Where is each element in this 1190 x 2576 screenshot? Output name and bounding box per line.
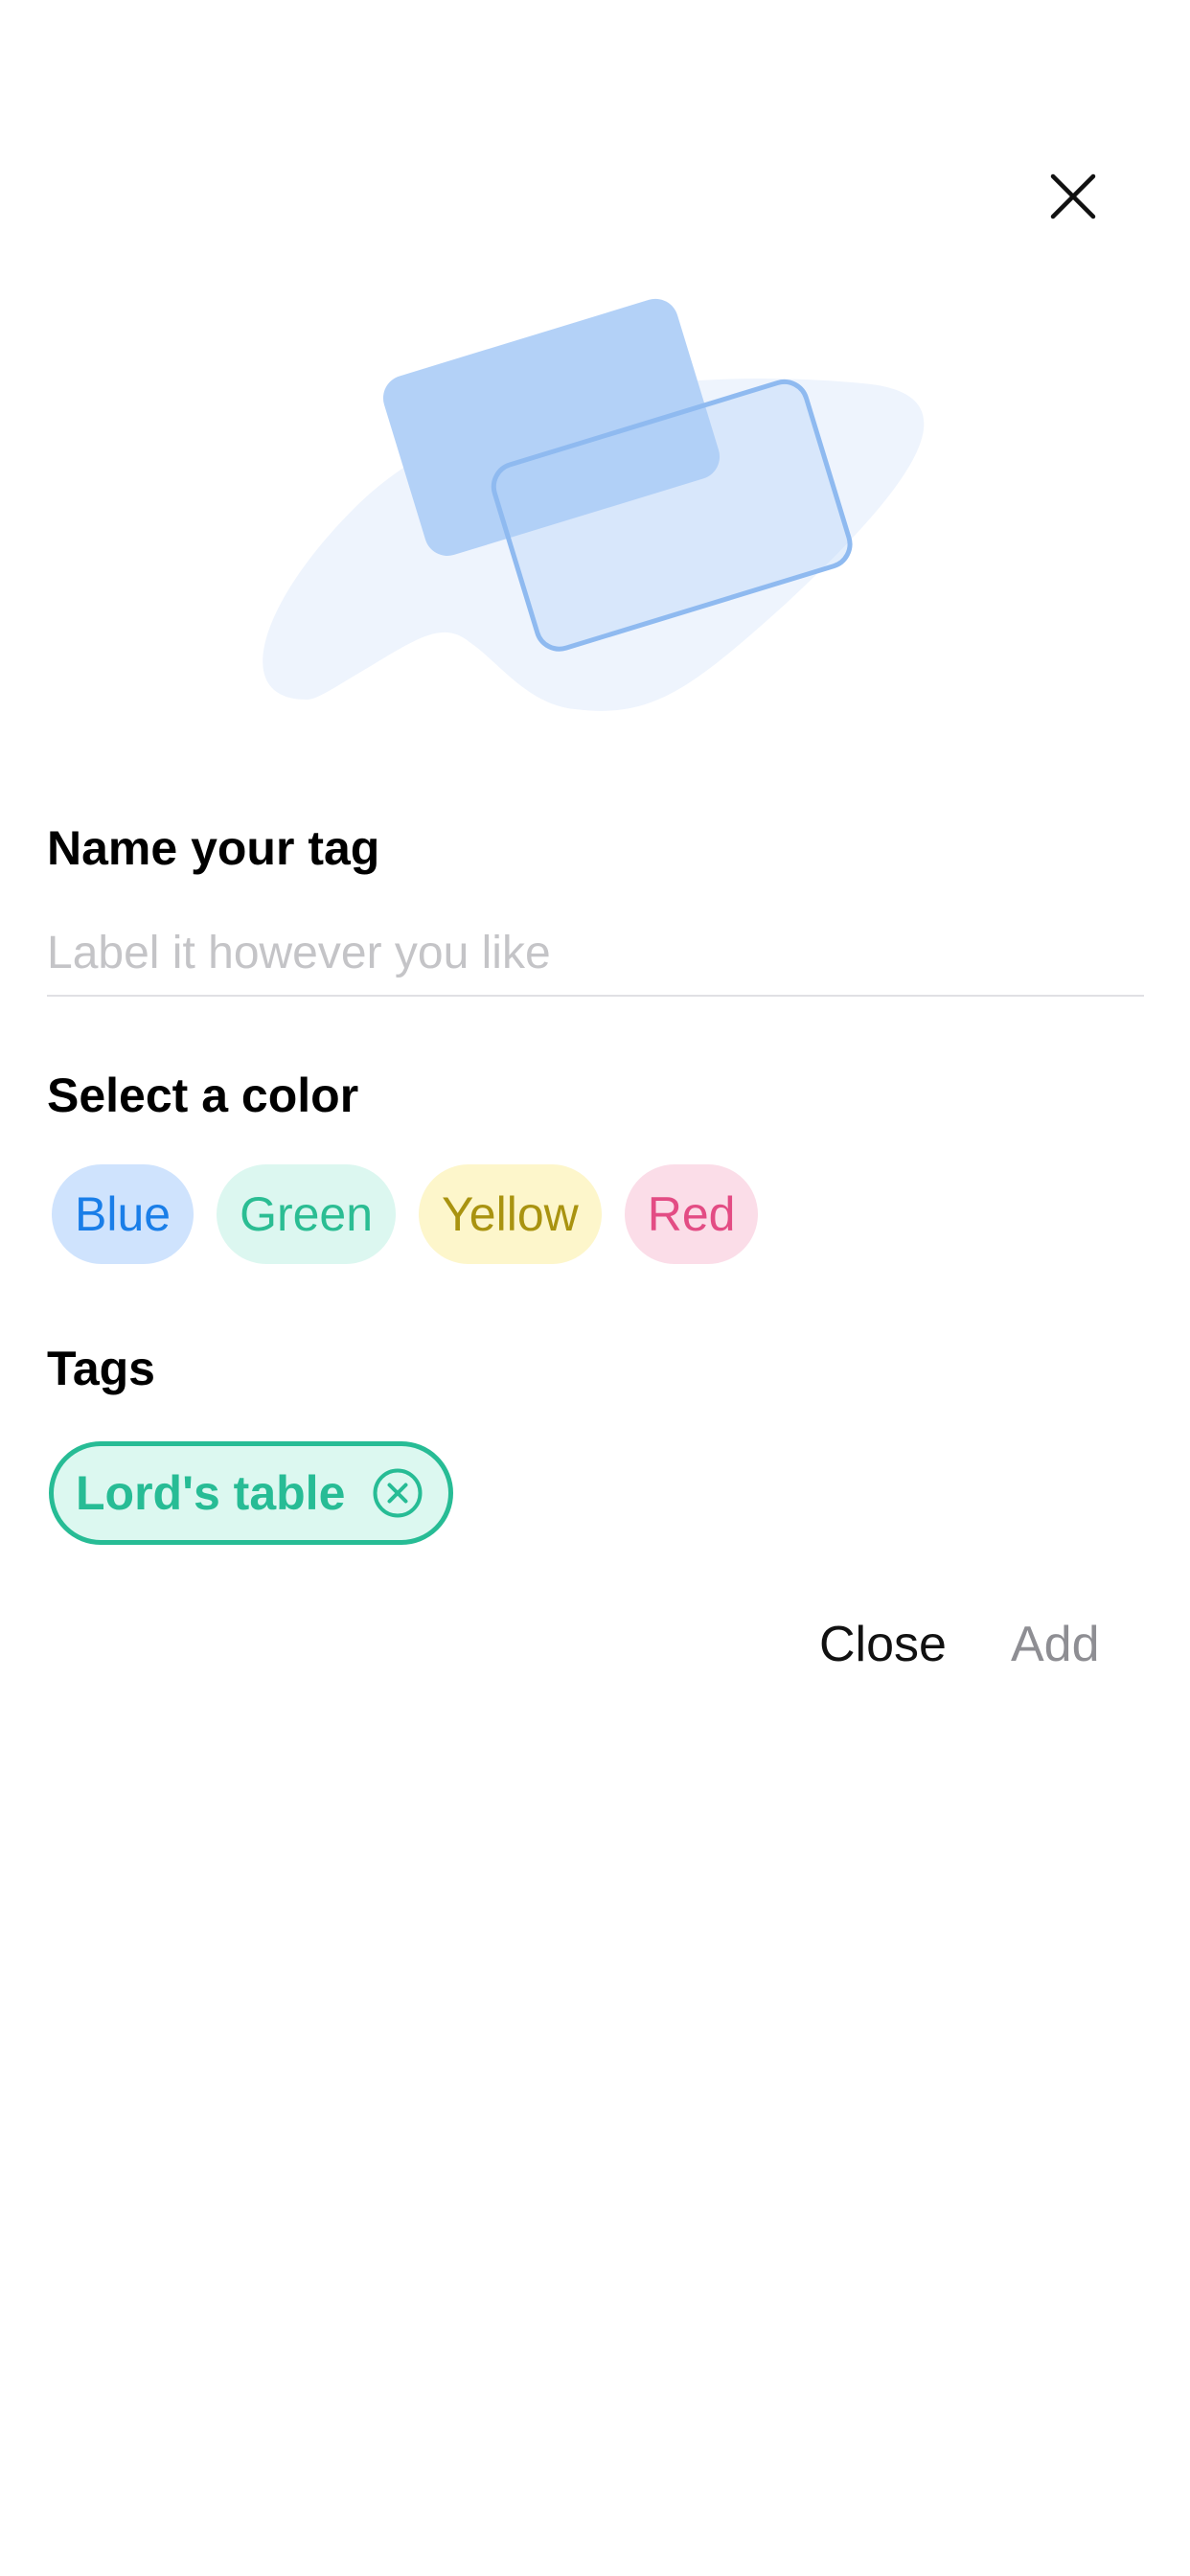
remove-circle-x-icon[interactable] xyxy=(372,1467,423,1519)
color-section-title: Select a color xyxy=(47,1069,359,1122)
color-options: Blue Green Yellow Red xyxy=(52,1164,759,1264)
name-section-title: Name your tag xyxy=(47,821,380,875)
color-option-yellow[interactable]: Yellow xyxy=(419,1164,602,1264)
close-button[interactable]: Close xyxy=(819,1620,947,1669)
tags-section-title: Tags xyxy=(47,1342,155,1395)
color-option-green[interactable]: Green xyxy=(217,1164,397,1264)
add-button[interactable]: Add xyxy=(1011,1620,1100,1669)
tag-chip-label: Lord's table xyxy=(76,1466,346,1520)
tags-illustration xyxy=(263,298,925,711)
color-option-red[interactable]: Red xyxy=(624,1164,759,1264)
close-icon[interactable] xyxy=(1035,158,1111,235)
color-option-blue[interactable]: Blue xyxy=(52,1164,195,1264)
tag-name-input[interactable] xyxy=(47,910,1144,997)
tag-chip[interactable]: Lord's table xyxy=(49,1441,454,1545)
